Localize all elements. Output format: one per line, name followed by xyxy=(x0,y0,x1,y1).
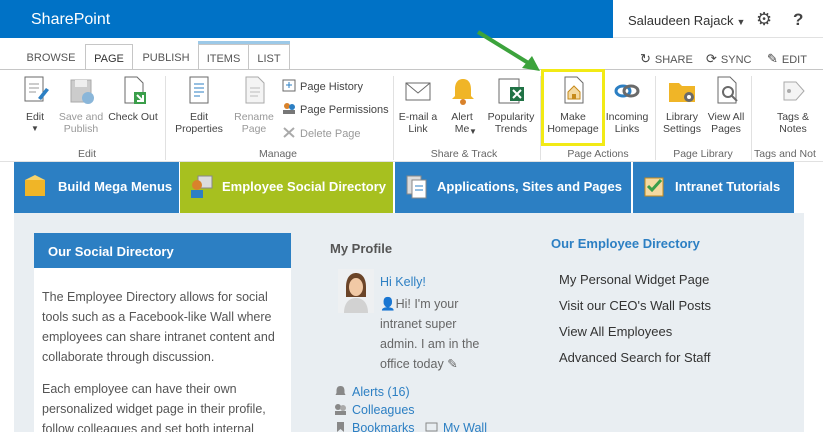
history-icon xyxy=(282,79,296,92)
check-out-icon xyxy=(124,76,146,104)
bookmark-icon xyxy=(337,422,344,432)
nav-intranet-tutorials[interactable]: Intranet Tutorials xyxy=(633,162,795,213)
bell-icon xyxy=(335,386,346,395)
user-name: Salaudeen Rajack xyxy=(628,13,734,28)
card-title: Our Social Directory xyxy=(34,233,291,268)
documents-icon xyxy=(406,175,427,199)
delete-page-button[interactable]: Delete Page xyxy=(282,126,361,140)
properties-icon xyxy=(189,76,209,104)
colleagues-icon xyxy=(335,404,346,415)
group-label-share-track: Share & Track xyxy=(430,148,498,160)
wall-icon xyxy=(425,422,438,432)
library-settings-button[interactable]: Library Settings xyxy=(660,74,704,135)
save-publish-button[interactable]: Save and Publish xyxy=(58,74,104,135)
delete-icon xyxy=(283,127,295,138)
brand-title[interactable]: SharePoint xyxy=(31,11,110,29)
bell-icon xyxy=(452,79,474,105)
rename-icon xyxy=(245,76,265,104)
group-label-page-actions: Page Actions xyxy=(567,148,629,160)
directory-link[interactable]: My Personal Widget Page xyxy=(559,272,709,287)
group-label-manage: Manage xyxy=(259,148,297,160)
mega-menu: Build Mega Menus Employee Social Directo… xyxy=(0,162,823,213)
nav-build-mega-menus[interactable]: Build Mega Menus xyxy=(14,162,180,213)
directory-link[interactable]: Visit our CEO's Wall Posts xyxy=(559,298,711,313)
profile-greeting[interactable]: Hi Kelly! xyxy=(380,275,426,289)
tag-icon xyxy=(783,81,805,101)
excel-icon xyxy=(498,78,524,104)
save-icon xyxy=(70,79,94,104)
permissions-icon xyxy=(283,103,295,114)
view-all-pages-button[interactable]: View All Pages xyxy=(706,74,746,135)
directory-icon xyxy=(191,175,213,198)
directory-link[interactable]: View All Employees xyxy=(559,324,672,339)
suite-bar: SharePoint Salaudeen Rajack ▼ ⚙ ? xyxy=(0,0,823,38)
my-wall-link[interactable]: My Wall xyxy=(425,421,487,432)
edit-page-icon xyxy=(24,76,49,102)
library-icon xyxy=(669,83,695,102)
tab-browse[interactable]: BROWSE xyxy=(18,44,84,70)
help-icon[interactable]: ? xyxy=(793,10,803,30)
check-out-button[interactable]: Check Out xyxy=(107,74,159,123)
caret-down-icon: ▼ xyxy=(736,17,746,27)
divider xyxy=(393,76,394,160)
divider xyxy=(655,76,656,160)
sync-icon: ⟳ xyxy=(706,51,717,66)
colleagues-link[interactable]: Colleagues xyxy=(334,403,415,417)
incoming-links-button[interactable]: Incoming Links xyxy=(604,74,650,135)
callout-highlight-box xyxy=(541,69,605,146)
rename-page-button[interactable]: Rename Page xyxy=(232,74,276,135)
group-label-page-library: Page Library xyxy=(673,148,733,160)
gear-icon[interactable]: ⚙ xyxy=(756,9,772,30)
tab-page[interactable]: PAGE xyxy=(85,44,133,70)
profile-status: 👤Hi! I'm your intranet super admin. I am… xyxy=(380,297,480,371)
email-link-button[interactable]: E-mail a Link xyxy=(398,74,438,135)
nav-employee-social-directory[interactable]: Employee Social Directory xyxy=(180,162,394,213)
user-menu[interactable]: Salaudeen Rajack ▼ xyxy=(628,13,745,28)
edit-action[interactable]: ✎ EDIT xyxy=(767,51,807,67)
tab-items[interactable]: ITEMS xyxy=(198,44,248,70)
alert-me-button[interactable]: Alert Me ▼ xyxy=(446,74,478,136)
directory-heading: Our Employee Directory xyxy=(551,236,700,251)
tab-list[interactable]: LIST xyxy=(248,44,290,70)
tab-publish[interactable]: PUBLISH xyxy=(136,44,196,70)
page-permissions-button[interactable]: Page Permissions xyxy=(282,102,389,116)
link-icon xyxy=(614,84,640,98)
card-paragraph: Each employee can have their own persona… xyxy=(42,382,266,432)
divider xyxy=(165,76,166,160)
bookmarks-link[interactable]: Bookmarks xyxy=(334,421,415,432)
person-icon: 👤 xyxy=(380,297,396,311)
pages-icon xyxy=(717,76,738,104)
callout-arrow-icon xyxy=(476,30,540,71)
ribbon-tabs: BROWSE PAGE PUBLISH ITEMS LIST ↻ SHARE ⟳ S… xyxy=(0,38,823,70)
divider xyxy=(751,76,752,160)
share-icon: ↻ xyxy=(640,51,651,66)
nav-applications-sites-pages[interactable]: Applications, Sites and Pages xyxy=(395,162,632,213)
alerts-link[interactable]: Alerts (16) xyxy=(334,385,410,399)
directory-link[interactable]: Advanced Search for Staff xyxy=(559,350,711,365)
suite-user-area: Salaudeen Rajack ▼ ⚙ ? xyxy=(613,0,823,38)
profile-heading: My Profile xyxy=(330,241,393,256)
page-history-button[interactable]: Page History xyxy=(282,79,363,93)
pencil-icon: ✎ xyxy=(767,51,778,66)
group-label-tags: Tags and Not xyxy=(754,148,816,160)
card-paragraph: The Employee Directory allows for social… xyxy=(42,290,275,364)
email-icon xyxy=(405,82,431,101)
ribbon: Edit ▼ Save and Publish Check Out Edit Ed… xyxy=(0,69,823,162)
popularity-trends-button[interactable]: Popularity Trends xyxy=(484,74,538,135)
package-icon xyxy=(25,175,45,196)
sync-action[interactable]: ⟳ SYNC xyxy=(706,51,751,67)
pencil-icon[interactable]: ✎ xyxy=(447,357,457,371)
checklist-icon xyxy=(644,177,664,197)
edit-button[interactable]: Edit ▼ xyxy=(18,74,52,135)
tags-notes-button[interactable]: Tags & Notes xyxy=(771,74,815,135)
share-action[interactable]: ↻ SHARE xyxy=(640,51,693,67)
main-content: Our Social Directory The Employee Direct… xyxy=(14,213,804,432)
social-directory-card: Our Social Directory The Employee Direct… xyxy=(34,233,291,432)
edit-properties-button[interactable]: Edit Properties xyxy=(172,74,226,135)
avatar[interactable] xyxy=(338,269,374,313)
group-label-edit: Edit xyxy=(77,148,97,160)
